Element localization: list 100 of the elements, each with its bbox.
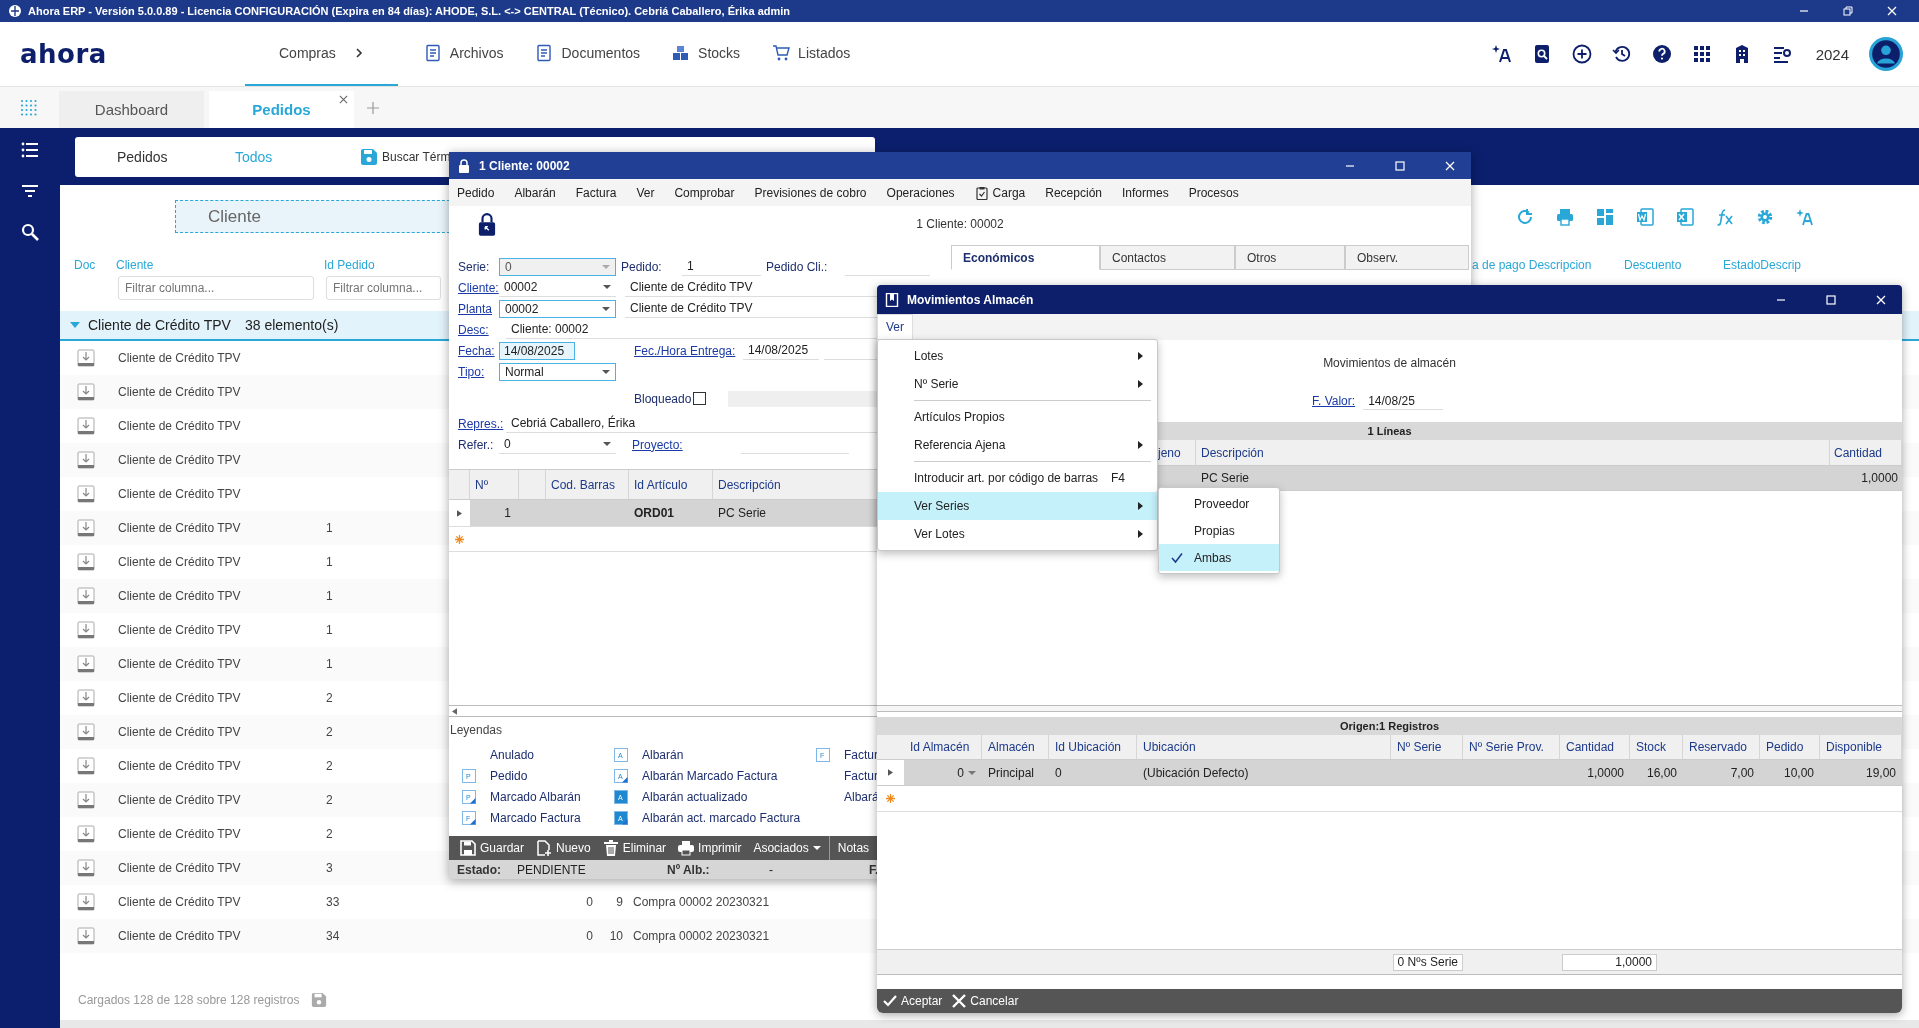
download-icon[interactable] [77, 587, 95, 605]
filter-icon[interactable] [21, 182, 39, 200]
customer-dropdown[interactable]: 00002 [499, 278, 616, 297]
download-icon[interactable] [77, 723, 95, 741]
download-icon[interactable] [77, 859, 95, 877]
reference-dropdown[interactable]: 0 [499, 435, 616, 454]
download-icon[interactable] [77, 893, 95, 911]
column-header[interactable]: Id Ubicación [1049, 735, 1137, 759]
field-link[interactable]: Cliente: [458, 280, 499, 295]
column-header[interactable]: Nº [470, 470, 519, 499]
apps-grid-icon[interactable] [1691, 44, 1712, 64]
menu-item[interactable]: Introducir art. por código de barras F4 [878, 464, 1157, 492]
filter-field[interactable]: Filtrar columna... [118, 276, 314, 300]
tab[interactable]: Contactos [1100, 245, 1235, 270]
download-icon[interactable] [77, 825, 95, 843]
nav-item[interactable]: Listados [756, 22, 867, 87]
nav-item[interactable]: Archivos [407, 22, 520, 87]
user-avatar[interactable] [1869, 37, 1903, 71]
column-header[interactable]: Cod. Barras [546, 470, 629, 499]
menu-item[interactable]: Operaciones [886, 185, 955, 200]
scrollbar[interactable] [449, 705, 877, 717]
delivery-date-field[interactable]: 14/08/2025 [743, 341, 819, 360]
restore-icon[interactable] [1843, 6, 1853, 16]
splitter-handle[interactable] [877, 705, 1902, 712]
download-icon[interactable] [77, 417, 95, 435]
nav-item[interactable]: Stocks [656, 22, 757, 87]
type-dropdown[interactable]: Normal [499, 362, 616, 381]
layout-icon[interactable] [1596, 207, 1614, 226]
field-link[interactable]: Desc: [458, 322, 499, 337]
column-header[interactable]: Ubicación [1137, 735, 1391, 759]
logo[interactable]: ahora [20, 39, 225, 69]
column-header[interactable]: Stock [1630, 735, 1683, 759]
download-icon[interactable] [77, 451, 95, 469]
list-icon[interactable] [21, 141, 39, 159]
download-icon[interactable] [77, 621, 95, 639]
representative-field[interactable]: Cebriá Caballero, Érika [506, 414, 877, 433]
caret-icon[interactable] [70, 320, 80, 330]
table-row[interactable]: 0 Principal 0 (Ubicación Defecto) 1,0000 16,00 7,00 10,00 19,00 [877, 760, 1902, 786]
blocked-checkbox[interactable] [693, 392, 706, 405]
plant-dropdown[interactable]: 00002 [499, 299, 616, 318]
tab[interactable]: Económicos [951, 245, 1100, 270]
page-tab[interactable]: Dashboard [59, 91, 204, 128]
menu-item[interactable]: Ambas [1159, 544, 1279, 571]
download-icon[interactable] [77, 927, 95, 945]
sparkle-icon[interactable] [1491, 44, 1512, 64]
nav-item[interactable]: Documentos [519, 22, 657, 87]
lock-icon[interactable] [478, 212, 496, 236]
menu-item[interactable]: Recepción [1045, 185, 1102, 200]
download-icon[interactable] [77, 383, 95, 401]
download-icon[interactable] [77, 519, 95, 537]
dialog-button[interactable]: Aceptar [883, 994, 943, 1008]
column-header[interactable]: Cantidad [1560, 735, 1630, 759]
download-icon[interactable] [77, 553, 95, 571]
field-link[interactable]: Proyecto: [632, 437, 741, 452]
list-settings-icon[interactable] [1771, 44, 1792, 64]
tab[interactable]: Observ. [1345, 245, 1469, 270]
column-header[interactable]: Id Artículo [629, 470, 713, 499]
download-icon[interactable] [77, 349, 95, 367]
blocked-reason-field[interactable] [728, 390, 877, 407]
print-icon[interactable] [1556, 207, 1574, 226]
menu-item[interactable]: Previsiones de cobro [754, 185, 867, 200]
plant-name-field[interactable]: Cliente de Crédito TPV [625, 299, 877, 318]
settings-icon[interactable] [1756, 207, 1774, 226]
field-link[interactable]: Fec./Hora Entrega: [634, 343, 743, 358]
maximize-icon[interactable] [1395, 160, 1405, 171]
column-header[interactable]: Nº Serie Prov. [1463, 735, 1560, 759]
menu-item[interactable]: Comprobar [674, 185, 735, 200]
menu-item[interactable]: Albarán [514, 185, 556, 200]
field-link[interactable]: Tipo: [458, 364, 499, 379]
menu-item[interactable]: Ver [877, 314, 913, 340]
column-header[interactable]: Reservado [1683, 735, 1760, 759]
menu-item[interactable]: Carga [974, 185, 1026, 200]
download-icon[interactable] [77, 689, 95, 707]
maximize-icon[interactable] [1826, 294, 1836, 305]
download-icon[interactable] [77, 757, 95, 775]
menu-item[interactable]: Informes [1122, 185, 1169, 200]
document-icon[interactable] [1636, 207, 1654, 226]
menu-item[interactable]: Procesos [1188, 185, 1239, 200]
menu-item[interactable]: Ver Series [878, 492, 1157, 520]
menu-item[interactable]: Ver [636, 185, 655, 200]
field-link[interactable]: F. Valor: [1312, 394, 1356, 408]
column-header[interactable]: Nº Serie [1391, 735, 1463, 759]
refresh-icon[interactable] [1516, 207, 1534, 226]
formula-icon[interactable] [1716, 207, 1734, 226]
spreadsheet-icon[interactable] [1676, 207, 1694, 226]
save-icon[interactable] [360, 148, 378, 166]
field-link[interactable]: Repres.: [458, 416, 506, 431]
value-date-field[interactable]: 14/08/25 [1363, 392, 1444, 410]
menu-item[interactable]: Factura [575, 185, 617, 200]
column-header[interactable]: Almacén [982, 735, 1049, 759]
download-icon[interactable] [77, 655, 95, 673]
download-icon[interactable] [77, 791, 95, 809]
column-header[interactable]: Id Almacén [904, 735, 982, 759]
toolbar-button[interactable]: Guardar [454, 836, 531, 860]
menu-item[interactable]: Pedido [457, 185, 495, 200]
save-icon[interactable] [311, 992, 328, 1008]
search-icon[interactable] [21, 223, 39, 241]
order-number-field[interactable]: 1 [682, 257, 761, 276]
column-header[interactable]: Descripción [1196, 440, 1830, 465]
field-link[interactable]: Planta [458, 301, 499, 316]
